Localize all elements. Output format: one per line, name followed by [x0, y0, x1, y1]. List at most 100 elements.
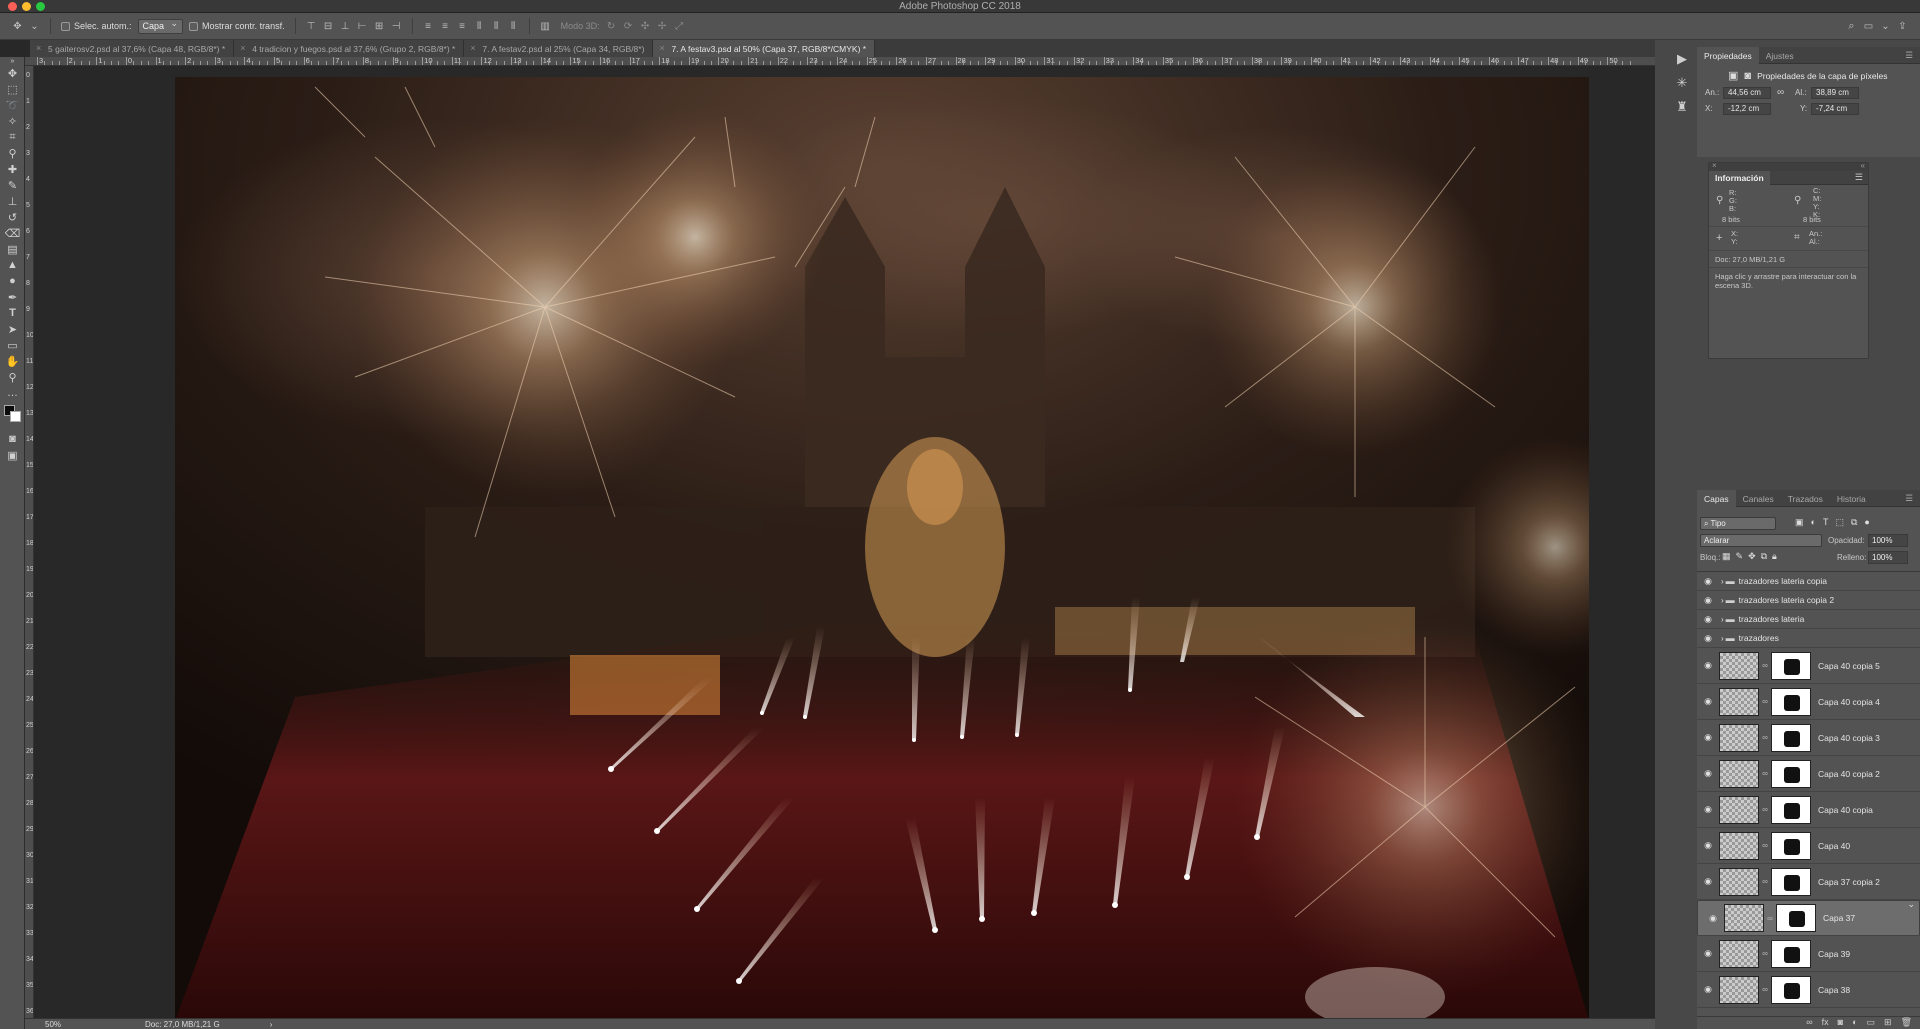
new-layer-icon[interactable]: ⊞	[1884, 1017, 1892, 1029]
filter-smart-object-icon[interactable]: ⧉	[1851, 517, 1857, 528]
width-field[interactable]: 44,56 cm	[1723, 87, 1771, 99]
layer-row[interactable]: ◉ ∞ Capa 37	[1697, 899, 1920, 936]
filter-pixel-icon[interactable]: ▣	[1795, 517, 1804, 528]
gradient-tool-icon[interactable]: ▤	[0, 241, 25, 257]
layer-row[interactable]: ◉ ∞ Capa 40 copia 2	[1697, 756, 1920, 792]
magic-wand-tool-icon[interactable]: ✧	[0, 113, 25, 129]
visibility-eye-icon[interactable]: ◉	[1697, 576, 1719, 587]
eraser-tool-icon[interactable]: ⌫	[0, 225, 25, 241]
layer-thumbnail[interactable]	[1719, 831, 1759, 860]
layer-filter-dropdown[interactable]: ⌕ Tipo	[1700, 517, 1776, 530]
layer-row[interactable]: ◉ ∞ Capa 39	[1697, 936, 1920, 972]
link-icon[interactable]: ∞	[1759, 661, 1771, 670]
align-right-icon[interactable]: ⊣	[391, 21, 402, 32]
delete-layer-icon[interactable]: 🗑︎	[1901, 1017, 1912, 1029]
move-tool-icon[interactable]: ✥	[12, 21, 23, 32]
layer-thumbnail[interactable]	[1719, 759, 1759, 788]
layer-group-row[interactable]: ◉ › ▬ trazadores lateria copia 2	[1697, 591, 1920, 610]
marquee-tool-icon[interactable]: ⬚	[0, 81, 25, 97]
align-hcenter-icon[interactable]: ⊞	[374, 21, 385, 32]
collapse-panel-icon[interactable]: «	[1861, 161, 1865, 170]
eyedropper-tool-icon[interactable]: ⚲	[0, 145, 25, 161]
align-top-icon[interactable]: ⊤	[306, 21, 317, 32]
workspace[interactable]	[34, 66, 1655, 1021]
scale-3d-icon[interactable]: ⤢	[674, 21, 685, 32]
distribute-hcenter-icon[interactable]: ⫴	[491, 21, 502, 32]
distribute-left-icon[interactable]: ⫴	[474, 21, 485, 32]
x-field[interactable]: -12,2 cm	[1723, 103, 1771, 115]
distribute-top-icon[interactable]: ≡	[423, 21, 434, 32]
chevron-right-icon[interactable]: ›	[270, 1020, 273, 1029]
document-canvas[interactable]	[175, 77, 1589, 1021]
rotate-3d-icon[interactable]: ↻	[606, 21, 617, 32]
link-icon[interactable]: ∞	[1764, 914, 1776, 923]
clone-stamp-tool-icon[interactable]: ⊥	[0, 193, 25, 209]
lock-all-icon[interactable]: 🔒︎	[1772, 551, 1777, 562]
layer-mask-thumbnail[interactable]	[1771, 939, 1811, 968]
close-icon[interactable]: ×	[240, 43, 245, 53]
link-icon[interactable]: ∞	[1759, 949, 1771, 958]
layer-thumbnail[interactable]	[1724, 904, 1764, 932]
share-icon[interactable]: ⇪	[1897, 21, 1908, 32]
chevron-right-icon[interactable]: ›	[1721, 577, 1724, 586]
info-title[interactable]: Información	[1709, 170, 1770, 185]
layer-thumbnail[interactable]	[1719, 795, 1759, 824]
zoom-level[interactable]: 50%	[45, 1020, 105, 1029]
slide-3d-icon[interactable]: ✢	[657, 21, 668, 32]
lock-position-icon[interactable]: ✥	[1748, 551, 1756, 562]
tab-paths[interactable]: Trazados	[1781, 490, 1830, 507]
brush-settings-icon[interactable]: ♜	[1672, 97, 1692, 117]
more-tools-icon[interactable]: …	[0, 385, 25, 401]
link-icon[interactable]: ∞	[1759, 841, 1771, 850]
visibility-eye-icon[interactable]: ◉	[1697, 984, 1719, 995]
auto-select-checkbox[interactable]	[61, 21, 70, 31]
chevron-right-icon[interactable]: ›	[1721, 615, 1724, 624]
visibility-eye-icon[interactable]: ◉	[1697, 696, 1719, 707]
path-selection-tool-icon[interactable]: ➤	[0, 321, 25, 337]
link-icon[interactable]: ∞	[1777, 87, 1784, 98]
layer-mask-thumbnail[interactable]	[1771, 831, 1811, 860]
pen-tool-icon[interactable]: ✒	[0, 289, 25, 305]
layer-mask-thumbnail[interactable]	[1771, 651, 1811, 680]
close-panel-icon[interactable]: ×	[1712, 161, 1717, 170]
show-transform-checkbox[interactable]	[189, 21, 199, 31]
layer-row[interactable]: ◉ ∞ Capa 40	[1697, 828, 1920, 864]
layer-mask-thumbnail[interactable]	[1776, 904, 1816, 932]
workspace-icon[interactable]: ▭	[1863, 21, 1874, 32]
lock-artboard-icon[interactable]: ⧉	[1761, 551, 1767, 562]
filter-adjustment-icon[interactable]: ◐	[1811, 517, 1816, 528]
panel-menu-icon[interactable]: ☰	[1855, 172, 1863, 183]
visibility-eye-icon[interactable]: ◉	[1697, 614, 1719, 625]
asterisk-icon[interactable]: ✳	[1672, 73, 1692, 93]
filter-type-icon[interactable]: T	[1823, 517, 1829, 528]
link-icon[interactable]: ∞	[1759, 697, 1771, 706]
add-mask-icon[interactable]: ◙	[1838, 1017, 1843, 1029]
screen-mode-icon[interactable]: ▣	[0, 447, 25, 463]
background-color-swatch[interactable]	[10, 411, 21, 422]
layer-row[interactable]: ◉ ∞ Capa 40 copia 5	[1697, 648, 1920, 684]
play-actions-icon[interactable]: ▶	[1672, 49, 1692, 69]
lock-transparent-icon[interactable]: ▦	[1722, 551, 1731, 562]
tab-document-active[interactable]: × 7. A festav3.psd al 50% (Capa 37, RGB/8…	[653, 40, 876, 57]
layer-thumbnail[interactable]	[1719, 723, 1759, 752]
history-brush-tool-icon[interactable]: ↺	[0, 209, 25, 225]
visibility-eye-icon[interactable]: ◉	[1697, 948, 1719, 959]
link-icon[interactable]: ∞	[1759, 805, 1771, 814]
layer-mask-thumbnail[interactable]	[1771, 975, 1811, 1004]
link-icon[interactable]: ∞	[1759, 733, 1771, 742]
layer-row[interactable]: ◉ ∞ Capa 40 copia 3	[1697, 720, 1920, 756]
layer-thumbnail[interactable]	[1719, 867, 1759, 896]
y-field[interactable]: -7,24 cm	[1811, 103, 1859, 115]
filter-toggle-icon[interactable]: ●	[1864, 517, 1869, 528]
tab-document[interactable]: × 4 tradicion y fuegos.psd al 37,6% (Grup…	[234, 40, 465, 57]
hand-tool-icon[interactable]: ✋	[0, 353, 25, 369]
layer-thumbnail[interactable]	[1719, 939, 1759, 968]
chevron-right-icon[interactable]: ›	[1721, 634, 1724, 643]
auto-select-option[interactable]: Selec. autom.:	[61, 21, 132, 31]
visibility-eye-icon[interactable]: ◉	[1697, 840, 1719, 851]
drag-3d-icon[interactable]: ✣	[640, 21, 651, 32]
show-transform-option[interactable]: Mostrar contr. transf.	[189, 21, 285, 31]
distribute-bottom-icon[interactable]: ≡	[457, 21, 468, 32]
layer-thumbnail[interactable]	[1719, 975, 1759, 1004]
link-layers-icon[interactable]: ∞	[1806, 1017, 1812, 1029]
